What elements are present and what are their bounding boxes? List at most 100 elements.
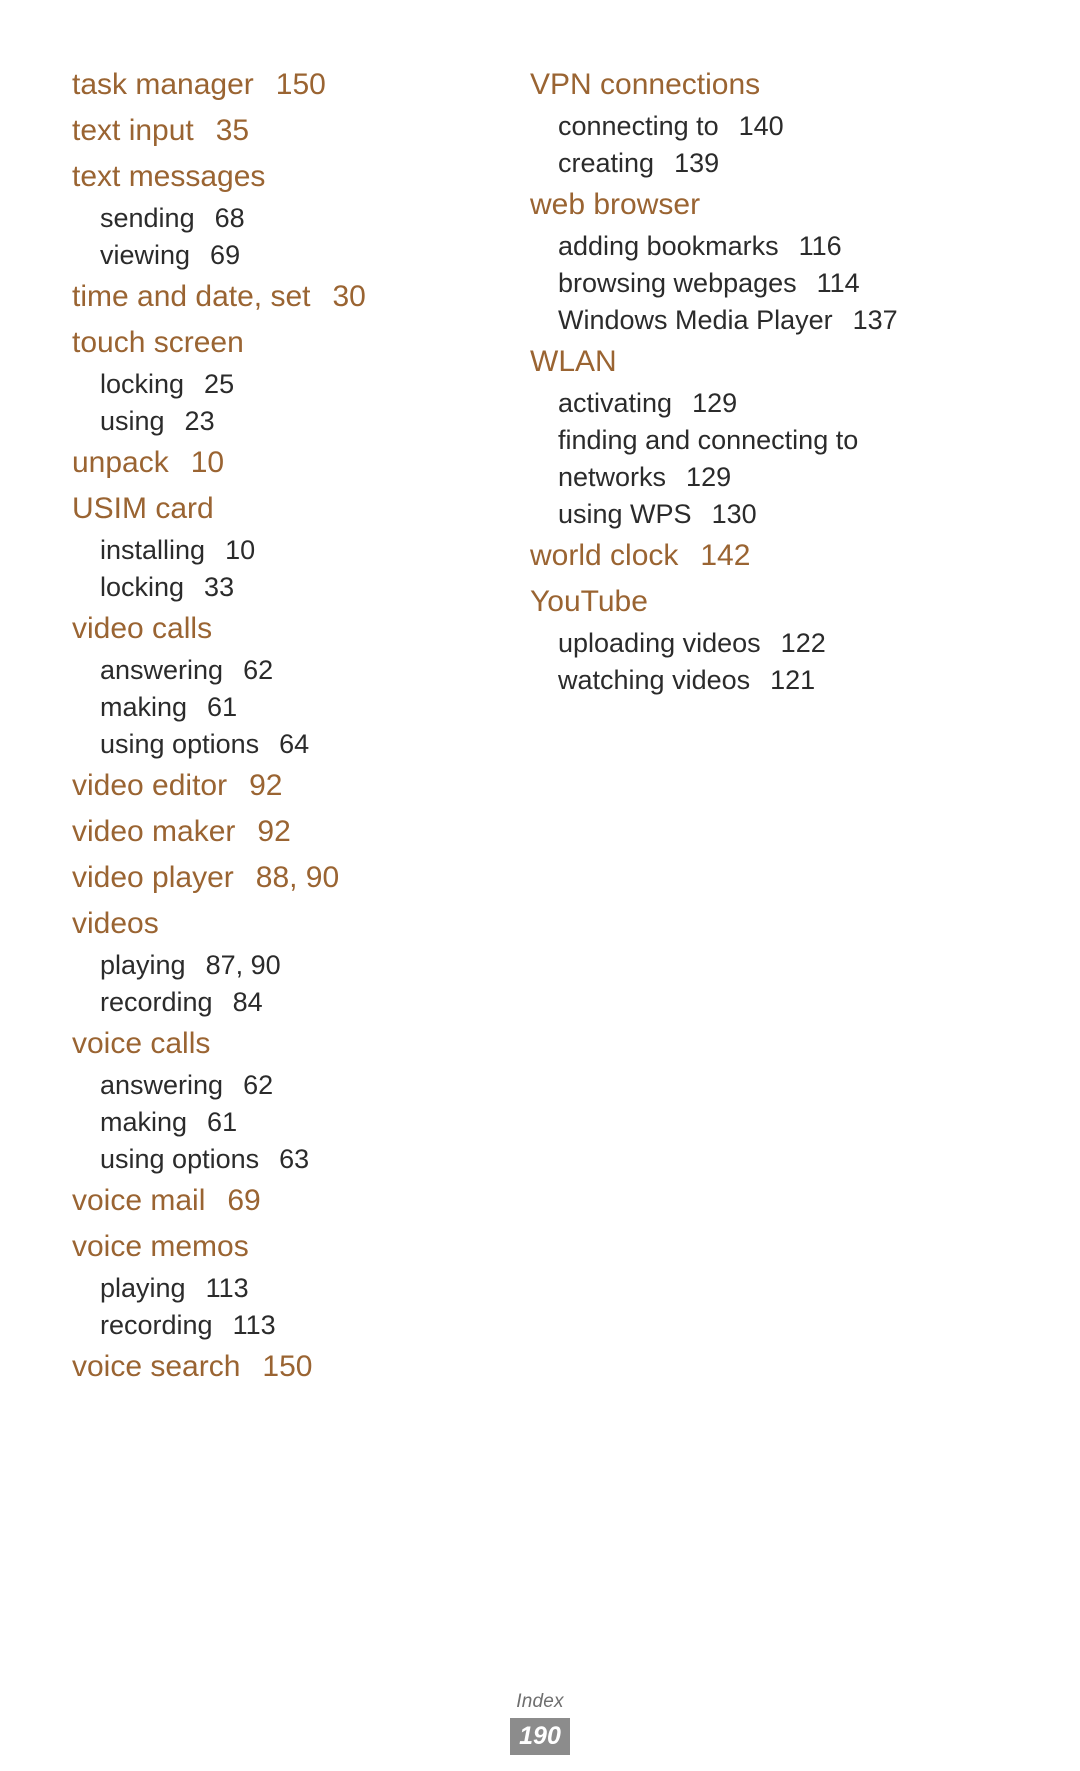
index-entry-term: USIM card: [72, 492, 214, 525]
index-subentry-pages: 130: [711, 499, 757, 529]
index-subentry-pages: 10: [225, 535, 256, 565]
index-entry: voice calls answering 62 making 61 using opti…: [72, 1021, 502, 1178]
index-subentry-pages: 116: [798, 231, 842, 261]
index-subentry[interactable]: finding and connecting to networks 129: [530, 422, 958, 496]
index-entry: voice memos playing 113 recording 113: [72, 1224, 502, 1344]
index-subentry-pages: 61: [207, 692, 238, 722]
index-entry-heading[interactable]: video calls: [72, 606, 502, 652]
index-entry-pages: 88, 90: [255, 861, 340, 894]
index-subentry-term: recording: [100, 1310, 213, 1340]
index-subentry-term: locking: [100, 369, 185, 399]
index-subentry-pages: 140: [738, 111, 784, 141]
index-subentry[interactable]: playing 87, 90: [72, 947, 502, 984]
index-subentry[interactable]: answering 62: [72, 652, 502, 689]
index-subentry-pages: 137: [852, 305, 898, 335]
index-subentry[interactable]: watching videos 121: [530, 662, 960, 699]
index-subentry[interactable]: recording 84: [72, 984, 502, 1021]
index-entry: video player 88, 90: [72, 855, 502, 901]
index-subentry-pages: 114: [816, 268, 860, 298]
index-subentry[interactable]: adding bookmarks 116: [530, 228, 960, 265]
index-subentry[interactable]: recording 113: [72, 1307, 502, 1344]
index-column-left: task manager 150 text input 35 text messages…: [72, 62, 502, 1390]
index-subentry-pages: 113: [232, 1310, 276, 1340]
index-subentry-term: uploading videos: [558, 628, 761, 658]
index-subentry-pages: 62: [243, 655, 274, 685]
index-entry-heading[interactable]: unpack 10: [72, 440, 502, 486]
index-entry-heading[interactable]: web browser: [530, 182, 960, 228]
index-subentry-term: using options: [100, 1144, 260, 1174]
index-subentry[interactable]: Windows Media Player 137: [530, 302, 960, 339]
index-entry-heading[interactable]: videos: [72, 901, 502, 947]
index-entry-term: voice search: [72, 1350, 241, 1383]
index-subentry[interactable]: using options 63: [72, 1141, 502, 1178]
index-entry: voice mail 69: [72, 1178, 502, 1224]
index-subentry-term: answering: [100, 655, 224, 685]
index-subentry-pages: 62: [243, 1070, 274, 1100]
index-entry-heading[interactable]: touch screen: [72, 320, 502, 366]
index-entry-pages: 150: [262, 1350, 313, 1383]
index-subentry[interactable]: using 23: [72, 403, 502, 440]
index-entry-term: videos: [72, 907, 159, 940]
index-subentry-pages: 122: [780, 628, 826, 658]
index-entry-term: voice calls: [72, 1027, 211, 1060]
index-subentry[interactable]: creating 139: [530, 145, 960, 182]
index-subentry[interactable]: locking 33: [72, 569, 502, 606]
index-subentry[interactable]: making 61: [72, 689, 502, 726]
index-entry-pages: 10: [190, 446, 225, 479]
index-subentry[interactable]: viewing 69: [72, 237, 502, 274]
index-entry: video calls answering 62 making 61 using opti…: [72, 606, 502, 763]
index-subentry[interactable]: answering 62: [72, 1067, 502, 1104]
index-subentry-term: sending: [100, 203, 195, 233]
index-entry-heading[interactable]: voice calls: [72, 1021, 502, 1067]
index-subentry[interactable]: connecting to 140: [530, 108, 960, 145]
index-entry-heading[interactable]: VPN connections: [530, 62, 960, 108]
index-entry-heading[interactable]: WLAN: [530, 339, 960, 385]
index-subentry-term: viewing: [100, 240, 191, 270]
index-subentry-term: adding bookmarks: [558, 231, 779, 261]
page-footer: Index 190: [0, 1690, 1080, 1755]
index-entry-term: task manager: [72, 68, 254, 101]
index-entry-heading[interactable]: voice mail 69: [72, 1178, 502, 1224]
index-subentry[interactable]: making 61: [72, 1104, 502, 1141]
index-entry: video maker 92: [72, 809, 502, 855]
index-subentry[interactable]: uploading videos 122: [530, 625, 960, 662]
index-entry-heading[interactable]: text messages: [72, 154, 502, 200]
index-subentry-pages: 63: [279, 1144, 310, 1174]
index-entry-heading[interactable]: voice search 150: [72, 1344, 502, 1390]
index-entry-term: video editor: [72, 769, 228, 802]
index-entry: USIM card installing 10 locking 33: [72, 486, 502, 606]
index-columns: task manager 150 text input 35 text messages…: [72, 62, 1008, 1390]
index-subentry[interactable]: using WPS 130: [530, 496, 960, 533]
index-entry-heading[interactable]: text input 35: [72, 108, 502, 154]
index-subentry-term: creating: [558, 148, 655, 178]
index-entry-heading[interactable]: task manager 150: [72, 62, 502, 108]
index-entry-heading[interactable]: world clock 142: [530, 533, 960, 579]
index-entry-heading[interactable]: YouTube: [530, 579, 960, 625]
index-subentry-term: playing: [100, 1273, 186, 1303]
index-entry-heading[interactable]: time and date, set 30: [72, 274, 502, 320]
index-entry-term: text input: [72, 114, 194, 147]
index-entry-term: web browser: [530, 188, 701, 221]
index-subentry-term: answering: [100, 1070, 224, 1100]
index-page: task manager 150 text input 35 text messages…: [0, 0, 1080, 1771]
index-entry-heading[interactable]: voice memos: [72, 1224, 502, 1270]
index-subentry-pages: 84: [232, 987, 263, 1017]
index-subentry[interactable]: locking 25: [72, 366, 502, 403]
index-subentry[interactable]: sending 68: [72, 200, 502, 237]
index-entry-heading[interactable]: video player 88, 90: [72, 855, 502, 901]
index-entry-heading[interactable]: video editor 92: [72, 763, 502, 809]
index-subentry[interactable]: using options 64: [72, 726, 502, 763]
index-subentry-pages: 113: [205, 1273, 249, 1303]
index-entry-pages: 150: [275, 68, 326, 101]
index-entry: VPN connections connecting to 140 creating 1…: [530, 62, 960, 182]
index-entry-term: unpack: [72, 446, 169, 479]
index-entry-heading[interactable]: video maker 92: [72, 809, 502, 855]
index-entry-pages: 92: [257, 815, 291, 848]
index-subentry[interactable]: playing 113: [72, 1270, 502, 1307]
index-entry-heading[interactable]: USIM card: [72, 486, 502, 532]
index-entry-pages: 30: [332, 280, 366, 313]
index-subentry-term: connecting to: [558, 111, 719, 141]
index-subentry[interactable]: installing 10: [72, 532, 502, 569]
index-subentry[interactable]: activating 129: [530, 385, 960, 422]
index-subentry[interactable]: browsing webpages 114: [530, 265, 960, 302]
